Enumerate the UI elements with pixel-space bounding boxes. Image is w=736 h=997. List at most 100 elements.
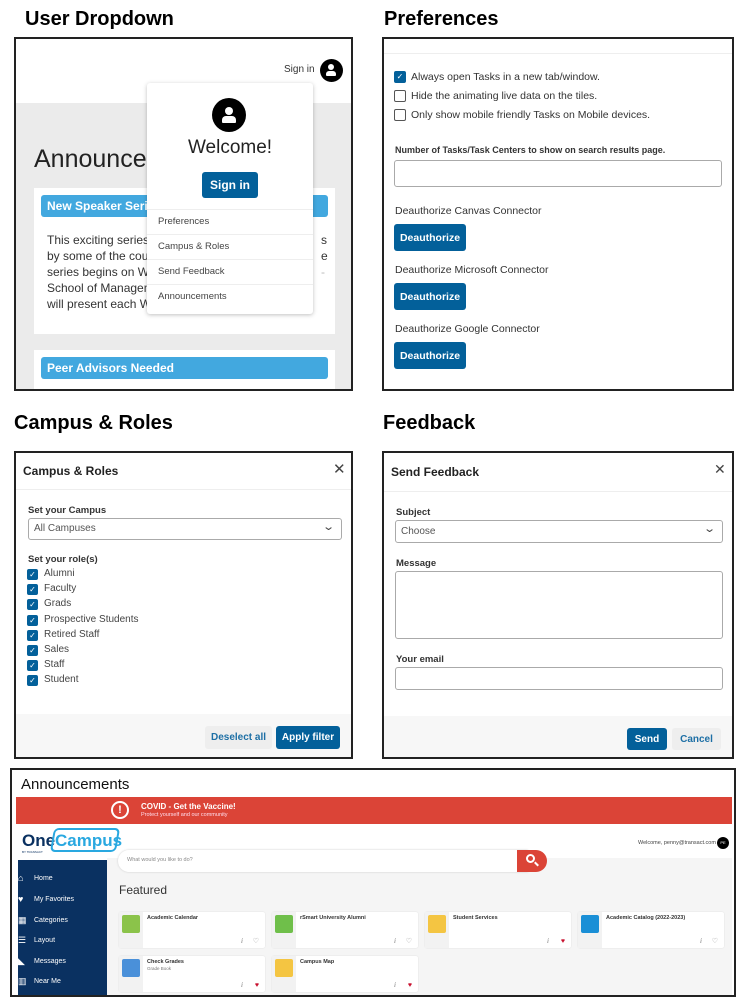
user-dropdown-menu: Welcome! Sign in Preferences Campus & Ro…: [147, 83, 313, 314]
announcements-panel: Announcements ! COVID - Get the Vaccine!…: [10, 768, 736, 997]
home-icon: ⌂: [18, 873, 24, 883]
heart-icon: ♥: [18, 894, 24, 904]
rss-icon: ◣: [18, 956, 25, 966]
card-title: Check Grades: [147, 959, 184, 965]
info-icon[interactable]: i: [241, 937, 243, 945]
task-count-input[interactable]: [394, 160, 722, 187]
role-label: Staff: [44, 659, 65, 671]
favorite-heart-icon[interactable]: ♡: [406, 937, 412, 945]
menu-item-preferences[interactable]: Preferences: [147, 209, 313, 234]
card-icon-area: [272, 956, 296, 992]
card-icon-area: [119, 912, 143, 948]
info-icon[interactable]: i: [547, 937, 549, 945]
divider: [384, 53, 732, 54]
send-button[interactable]: Send: [627, 728, 667, 750]
task-card[interactable]: Academic Catalog (2022-2023) i ♡: [578, 912, 724, 948]
info-icon[interactable]: i: [394, 937, 396, 945]
role-checkbox[interactable]: ✓: [27, 675, 38, 687]
chevron-down-icon: ⌄: [321, 521, 335, 533]
nav-near-me[interactable]: ▥ Near Me: [18, 977, 61, 986]
deauthorize-microsoft-button[interactable]: Deauthorize: [394, 283, 466, 310]
sign-in-button[interactable]: Sign in: [202, 172, 258, 198]
favorite-heart-icon[interactable]: ♡: [712, 937, 718, 945]
option-label: Only show mobile friendly Tasks on Mobil…: [411, 109, 651, 121]
checkbox-mobile-friendly[interactable]: [394, 109, 406, 121]
roles-label: Set your role(s): [28, 554, 98, 565]
card-title: Campus Map: [300, 959, 335, 965]
apply-filter-button[interactable]: Apply filter: [276, 726, 340, 749]
canvas-connector-label: Deauthorize Canvas Connector: [395, 205, 542, 217]
role-checkbox[interactable]: ✓: [27, 569, 38, 580]
deauthorize-google-button[interactable]: Deauthorize: [394, 342, 466, 369]
list-icon: ☰: [18, 935, 27, 945]
message-textarea[interactable]: [395, 571, 723, 639]
card-title: Academic Catalog (2022-2023): [606, 915, 686, 921]
deauthorize-canvas-button[interactable]: Deauthorize: [394, 224, 466, 251]
send-feedback-dialog: Send Feedback ✕ Subject Choose ⌄ Message…: [382, 451, 734, 759]
map-icon: [275, 959, 293, 977]
info-icon[interactable]: i: [394, 981, 396, 989]
role-checkbox[interactable]: ✓: [27, 645, 38, 656]
onecampus-logo[interactable]: One Campus BY TRANSACT: [20, 828, 122, 854]
user-avatar-icon[interactable]: [320, 59, 343, 82]
campus-select[interactable]: All Campuses ⌄: [28, 518, 342, 540]
info-icon[interactable]: i: [700, 937, 702, 945]
checkbox-open-new-tab[interactable]: ✓: [394, 71, 406, 83]
task-card[interactable]: Campus Map i ♥: [272, 956, 418, 992]
nav-home[interactable]: ⌂ Home: [18, 874, 53, 883]
info-icon[interactable]: i: [241, 981, 243, 989]
alert-icon: !: [111, 801, 129, 819]
favorite-heart-icon[interactable]: ♡: [253, 937, 259, 945]
search-button[interactable]: [517, 850, 547, 872]
nav-categories[interactable]: ▦ Categories: [18, 916, 68, 925]
preferences-panel: ✓ Always open Tasks in a new tab/window.…: [382, 37, 734, 391]
dialog-title: Send Feedback: [391, 465, 480, 479]
close-icon[interactable]: ✕: [714, 461, 726, 478]
search-input[interactable]: What would you like to do?: [118, 850, 528, 872]
task-card[interactable]: Academic Calendar i ♡: [119, 912, 265, 948]
section-title-preferences: Preferences: [384, 8, 499, 30]
role-checkbox[interactable]: ✓: [27, 629, 38, 641]
role-checkbox[interactable]: ✓: [27, 614, 38, 626]
task-card[interactable]: Check Grades Grade Book i ♥: [119, 956, 265, 992]
deselect-all-button[interactable]: Deselect all: [205, 726, 272, 749]
covid-banner[interactable]: ! COVID - Get the Vaccine! Protect yours…: [16, 797, 732, 824]
email-input[interactable]: [395, 667, 723, 690]
nav-my-favorites[interactable]: ♥ My Favorites: [18, 895, 74, 904]
clipboard-icon: [122, 959, 140, 977]
card-icon-area: [272, 912, 296, 948]
favorite-heart-icon[interactable]: ♥: [561, 938, 565, 945]
favorite-heart-icon[interactable]: ♥: [255, 982, 259, 989]
menu-item-send-feedback[interactable]: Send Feedback: [147, 259, 313, 284]
menu-item-campus-roles[interactable]: Campus & Roles: [147, 234, 313, 259]
favorite-heart-icon[interactable]: ♥: [408, 982, 412, 989]
section-title-user-dropdown: User Dropdown: [25, 8, 174, 30]
nav-layout[interactable]: ☰ Layout: [18, 936, 55, 945]
message-label: Message: [396, 558, 437, 569]
section-title-campus-roles: Campus & Roles: [14, 412, 173, 434]
subject-label: Subject: [396, 507, 431, 518]
card-icon-area: [119, 956, 143, 992]
role-label: Grads: [44, 598, 72, 610]
card-title: Academic Calendar: [147, 915, 199, 921]
featured-heading: Featured: [119, 883, 168, 897]
task-card[interactable]: Student Services i ♥: [425, 912, 571, 948]
role-label: Alumni: [44, 568, 75, 579]
subject-select[interactable]: Choose ⌄: [395, 520, 723, 543]
role-checkbox[interactable]: ✓: [27, 660, 38, 672]
role-checkbox[interactable]: ✓: [27, 599, 38, 611]
divider: [16, 489, 351, 490]
campus-roles-dialog: Campus & Roles ✕ Set your Campus All Cam…: [14, 451, 353, 759]
welcome-user-text: Welcome, penny@transact.com: [638, 840, 716, 846]
checkbox-hide-live-data[interactable]: [394, 90, 406, 102]
user-avatar[interactable]: PE: [717, 837, 729, 849]
close-icon[interactable]: ✕: [333, 460, 346, 478]
role-checkbox[interactable]: ✓: [27, 584, 38, 596]
card-title: Student Services: [453, 915, 498, 921]
cancel-button[interactable]: Cancel: [672, 728, 721, 750]
card-title: rSmart University Alumni: [300, 915, 366, 921]
sign-in-link[interactable]: Sign in: [284, 64, 315, 75]
menu-item-announcements[interactable]: Announcements: [147, 284, 313, 309]
nav-messages[interactable]: ◣ Messages: [18, 957, 66, 966]
task-card[interactable]: rSmart University Alumni i ♡: [272, 912, 418, 948]
